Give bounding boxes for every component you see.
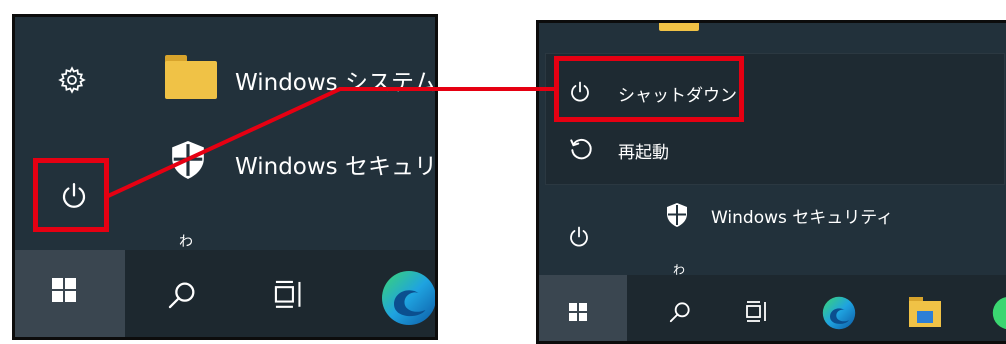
- task-view-icon[interactable]: [273, 278, 305, 312]
- task-view-icon[interactable]: [745, 299, 769, 325]
- search-icon[interactable]: [667, 299, 693, 325]
- windows-logo-icon: [52, 278, 76, 302]
- security-item-label: Windows セキュリ: [235, 154, 437, 180]
- power-icon[interactable]: [567, 225, 591, 249]
- taskbar: [539, 275, 1006, 341]
- security-item-label: Windows セキュリティ: [711, 208, 894, 228]
- shutdown-option-highlight: [554, 56, 744, 122]
- edge-browser-icon[interactable]: [991, 295, 1006, 331]
- restart-label: 再起動: [618, 143, 669, 163]
- partial-alphabet-letter: わ: [179, 234, 193, 250]
- edge-browser-icon[interactable]: [821, 295, 857, 331]
- file-explorer-icon[interactable]: [909, 297, 941, 327]
- gear-icon[interactable]: [57, 65, 87, 95]
- restart-icon: [570, 138, 592, 160]
- shield-icon: [667, 203, 687, 227]
- start-button[interactable]: [539, 275, 627, 341]
- start-button[interactable]: [15, 250, 125, 337]
- search-icon[interactable]: [165, 278, 199, 312]
- power-button-highlight: [33, 158, 109, 232]
- folder-item-label: Windows システム: [235, 70, 437, 96]
- shield-icon: [172, 141, 204, 179]
- taskbar: [15, 250, 438, 337]
- folder-icon-partial: [659, 23, 699, 31]
- windows-logo-icon: [569, 303, 587, 321]
- edge-browser-icon[interactable]: [379, 268, 438, 328]
